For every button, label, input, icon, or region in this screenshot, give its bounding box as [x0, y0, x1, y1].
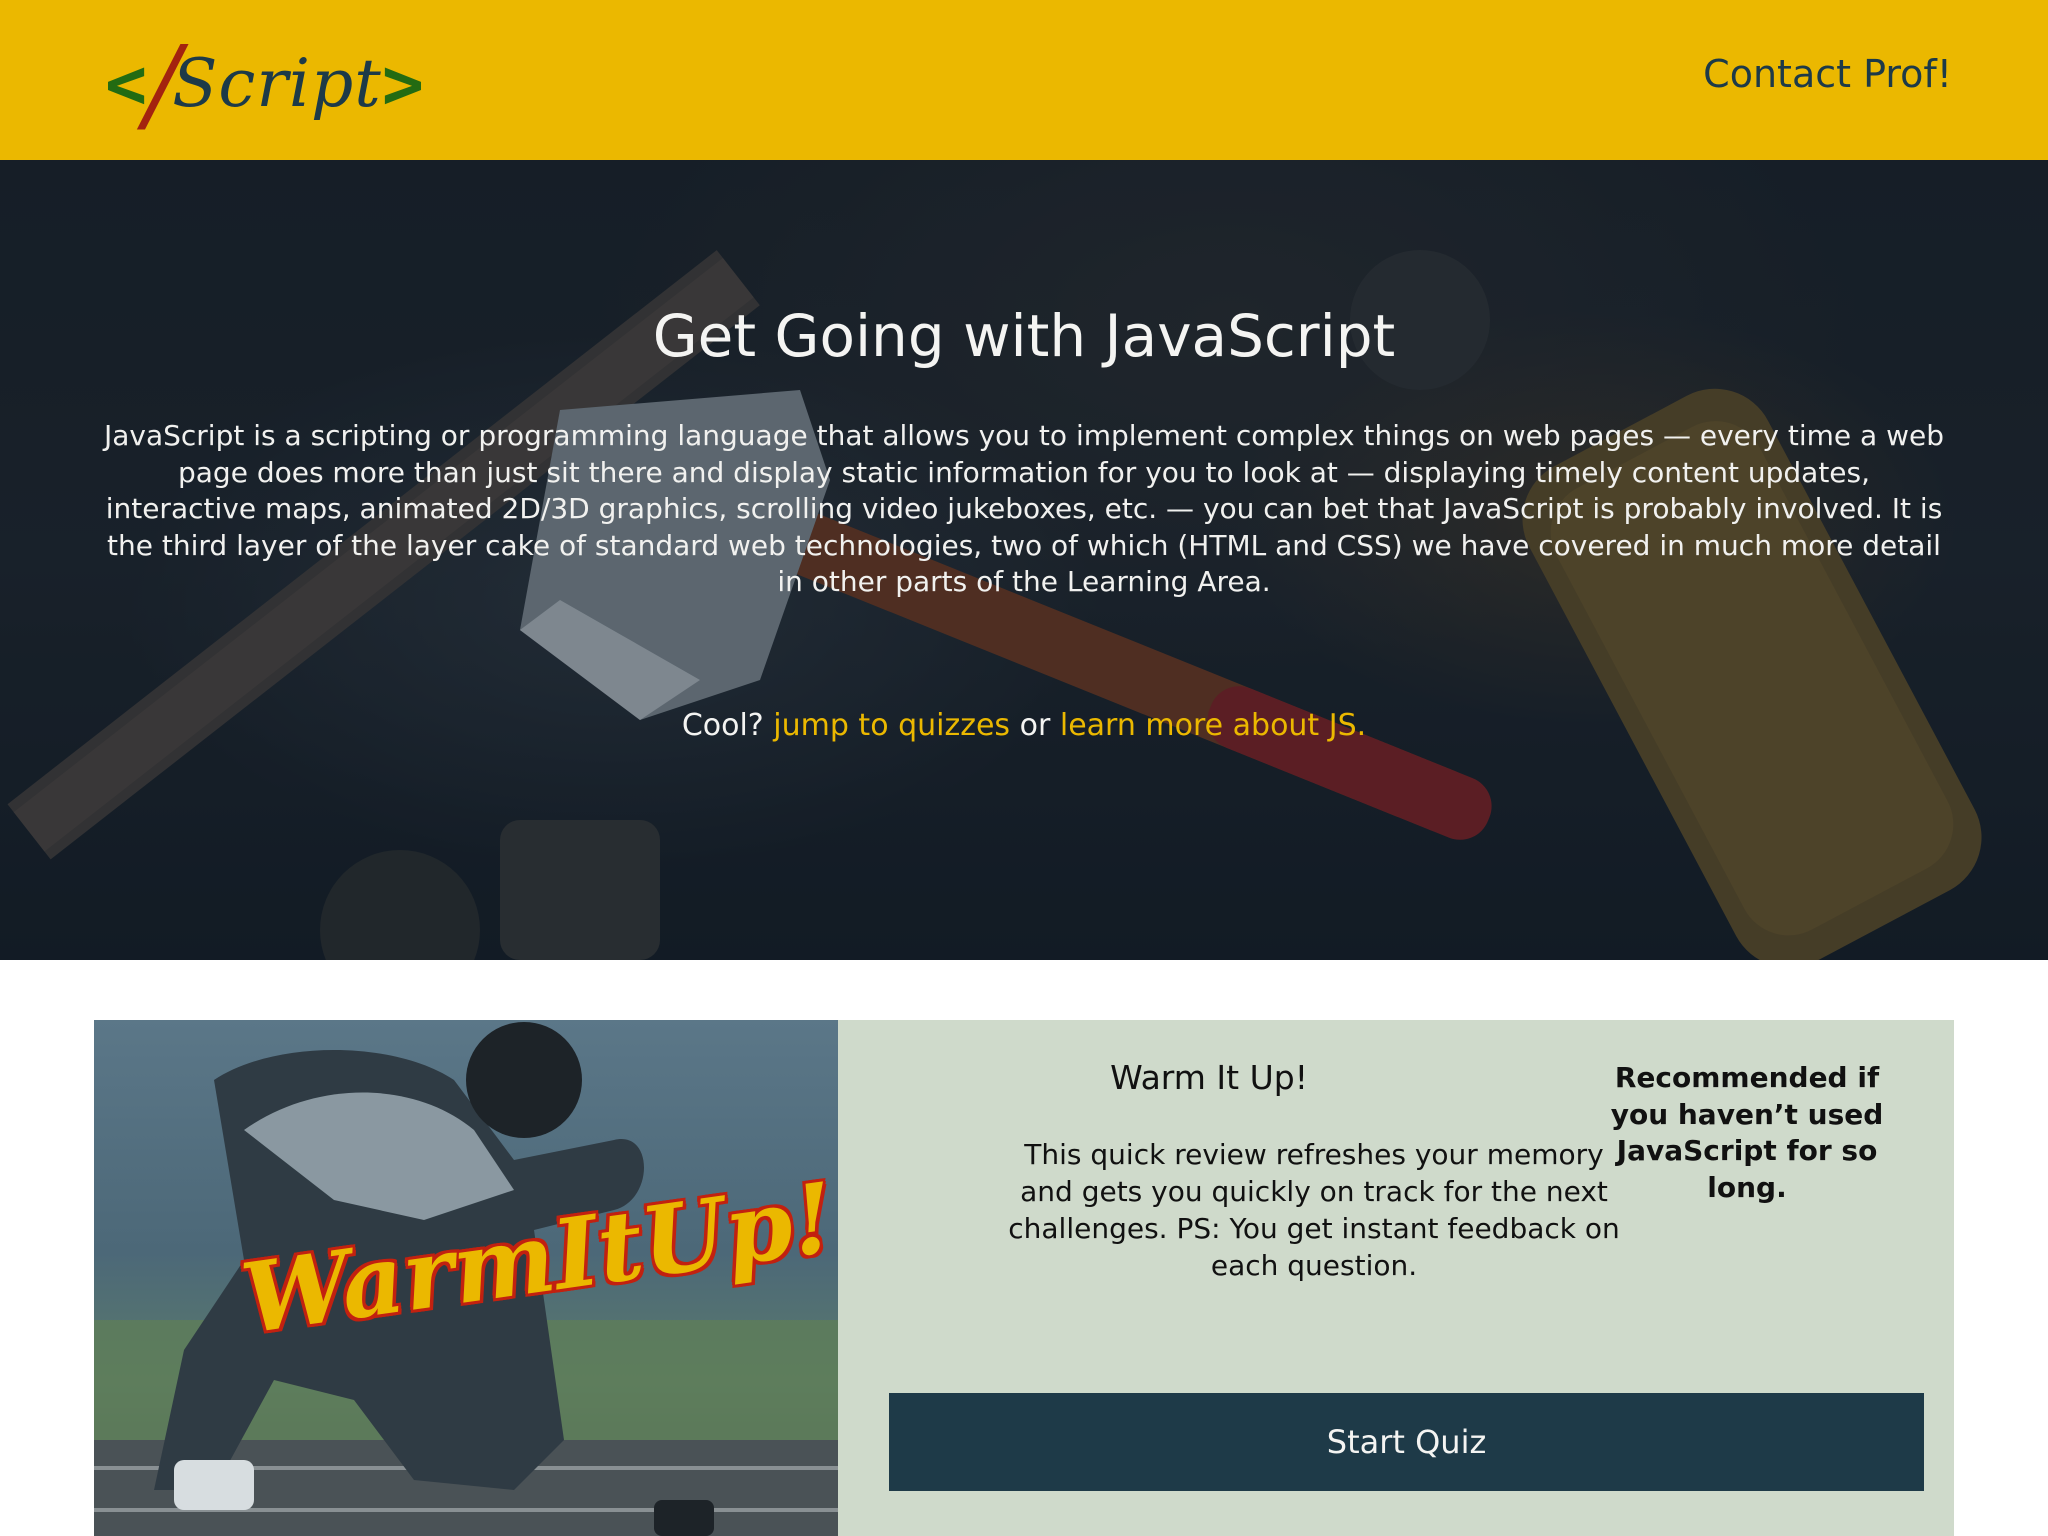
cta-prefix: Cool?	[681, 708, 764, 743]
jump-to-quizzes-link[interactable]: jump to quizzes	[773, 708, 1010, 743]
quiz-card-description: This quick review refreshes your memory …	[1008, 1138, 1620, 1282]
hero-title: Get Going with JavaScript	[652, 302, 1396, 370]
start-quiz-button[interactable]: Start Quiz	[889, 1393, 1924, 1491]
site-logo[interactable]: < / Script >	[105, 32, 424, 136]
quiz-card-recommendation: Recommended if you haven’t used JavaScri…	[1610, 1061, 1884, 1204]
hero-call-to-action: Cool? jump to quizzes or learn more abou…	[0, 708, 2048, 743]
quiz-card-image: WarmItUp!	[94, 1020, 838, 1536]
logo-close-bracket: >	[381, 43, 424, 125]
logo-open-bracket: <	[105, 43, 148, 125]
hero-section: Get Going with JavaScript JavaScript is …	[0, 160, 2048, 960]
hero-description: JavaScript is a scripting or programming…	[103, 419, 1944, 598]
learn-more-link[interactable]: learn more about JS.	[1060, 708, 1366, 743]
cta-mid: or	[1019, 708, 1051, 743]
quiz-card-title: Warm It Up!	[1110, 1058, 1308, 1097]
logo-word: Script	[172, 45, 382, 122]
quiz-card-warm-it-up: WarmItUp! Warm It Up! This quick review …	[94, 1020, 1954, 1536]
site-header: < / Script > Contact Prof!	[0, 0, 2048, 160]
contact-prof-link[interactable]: Contact Prof!	[1703, 52, 1952, 96]
